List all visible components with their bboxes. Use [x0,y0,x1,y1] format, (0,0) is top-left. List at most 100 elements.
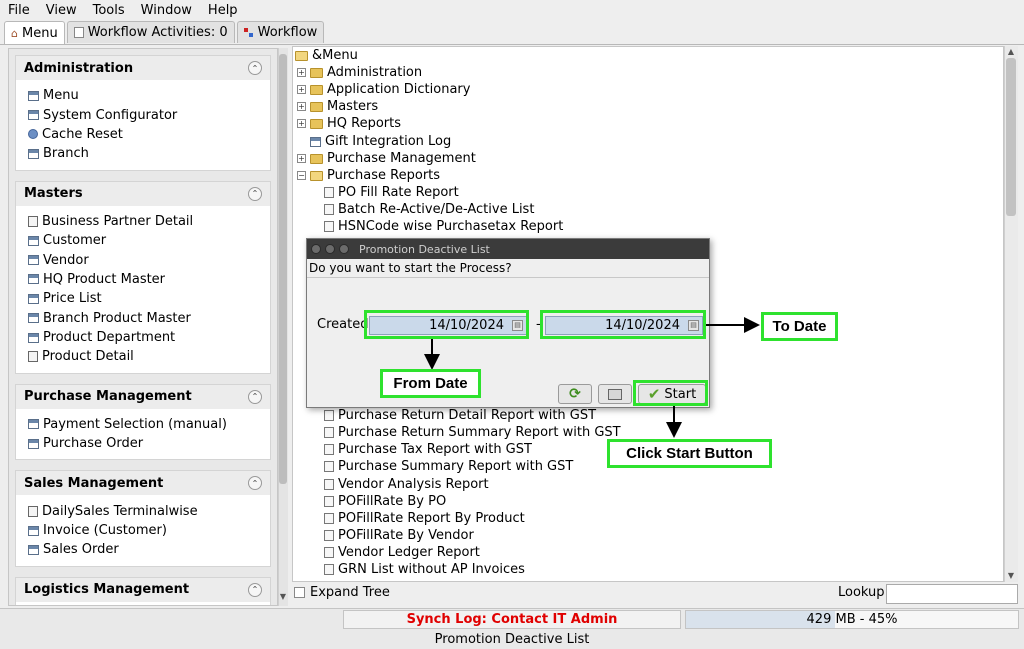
collapse-icon[interactable]: ⌃ [248,186,262,201]
tab-workflow-activities[interactable]: Workflow Activities: 0 [66,21,235,43]
tab-menu[interactable]: ⌂ Menu [4,21,65,44]
sidebar-item[interactable]: Customer [28,231,270,250]
favorites-scrollbar-thumb[interactable] [279,54,287,484]
scroll-up-arrow-icon[interactable]: ▲ [1006,47,1016,57]
tree-node[interactable]: + Masters [297,98,378,115]
expand-tree-checkbox[interactable] [294,587,305,598]
tree-report-item[interactable]: Vendor Analysis Report [324,476,489,493]
dialog-title: Promotion Deactive List [359,242,490,256]
start-button-highlight [633,380,708,406]
menu-window[interactable]: Window [133,3,200,18]
sidebar-item[interactable]: Payment Selection (manual) [28,415,270,434]
tree-node[interactable]: + Application Dictionary [297,81,470,98]
tree-report-item[interactable]: Purchase Tax Report with GST [324,441,532,458]
maximize-icon[interactable] [339,244,349,254]
sidebar-item[interactable]: Product Department [28,328,270,347]
sidebar-item[interactable]: DailySales Terminalwise [28,501,270,520]
collapse-icon[interactable]: ⌃ [248,61,262,75]
menu-tools[interactable]: Tools [85,3,133,18]
sidebar-item[interactable]: Vendor [28,250,270,269]
sidebar-section: Purchase Management ⌃ Payment Selection (m… [15,383,271,461]
tree-node[interactable]: − Purchase Reports [297,167,440,184]
dialog-divider [307,277,709,278]
sidebar-item[interactable]: System Configurator [28,105,270,124]
to-date-highlight [540,310,706,339]
report-icon [324,427,334,438]
sidebar-item[interactable]: Cache Reset [28,125,270,144]
tree-node[interactable]: Gift Integration Log [297,133,451,150]
tree-report-item[interactable]: Purchase Return Detail Report with GST [324,407,596,424]
window-icon [28,274,39,285]
sidebar-item[interactable]: Business Partner Detail [28,212,270,231]
sidebar-item[interactable]: Purchase Order [28,434,270,453]
report-icon [28,215,38,227]
sidebar-item-label: DailySales Terminalwise [42,503,198,519]
scroll-down-arrow-icon[interactable]: ▼ [1006,571,1016,581]
expand-icon[interactable]: + [297,102,306,111]
sidebar-item-label: Branch [43,146,89,162]
sidebar-item[interactable]: Product Detail [28,347,270,366]
expand-icon[interactable]: + [297,154,306,163]
sidebar-item[interactable]: Branch [28,144,270,163]
sidebar-item[interactable]: Menu [28,86,270,105]
expand-tree-label: Expand Tree [310,585,390,600]
expand-icon[interactable]: + [297,85,306,94]
sidebar-section: Sales Management ⌃ DailySales Terminalwise… [15,470,271,567]
memory-indicator[interactable]: 429 MB - 45% [685,610,1019,629]
sidebar-item-label: Menu [43,88,79,104]
print-button[interactable] [598,384,632,404]
close-icon[interactable] [311,244,321,254]
scroll-down-arrow-icon[interactable]: ▼ [278,592,288,601]
expand-icon[interactable]: + [297,119,306,128]
lookup-input[interactable] [886,584,1018,604]
sidebar-section-header[interactable]: Purchase Management ⌃ [16,384,270,409]
sidebar-section-header[interactable]: Sales Management ⌃ [16,471,270,496]
tree-node[interactable]: + Purchase Management [297,150,476,167]
minimize-icon[interactable] [325,244,335,254]
sidebar-item-label: Business Partner Detail [42,213,194,229]
collapse-icon[interactable]: ⌃ [248,476,262,491]
collapse-icon[interactable]: ⌃ [248,582,262,597]
sidebar-item[interactable]: Branch Product Master [28,309,270,328]
tree-report-item[interactable]: HSNCode wise Purchasetax Report [324,218,563,235]
window-icon [28,110,39,121]
favorites-panel: Administration ⌃ Menu System Configurator Ca… [8,48,278,606]
report-icon [324,187,334,198]
sidebar-item[interactable]: HQ Product Master [28,270,270,289]
tree-scrollbar-thumb[interactable] [1006,58,1016,216]
expand-tree-row[interactable]: Expand Tree [294,585,390,600]
menu-file[interactable]: File [0,3,38,18]
folder-icon [310,118,323,129]
sidebar-item[interactable]: Invoice (Customer) [28,521,270,540]
sidebar-section-header[interactable]: Masters ⌃ [16,181,270,206]
folder-icon [310,101,323,112]
tree-node-label: Masters [327,99,379,114]
dialog-title-bar: Promotion Deactive List [307,239,709,259]
tree-root[interactable]: &Menu [295,47,358,64]
menu-view[interactable]: View [38,3,85,18]
tab-workflow[interactable]: Workflow [236,21,325,43]
tree-report-item[interactable]: POFillRate By PO [324,493,446,510]
sidebar-section-header[interactable]: Administration ⌃ [16,56,270,80]
tree-report-item[interactable]: GRN List without AP Invoices [324,561,525,578]
print-icon [608,388,622,400]
tree-node[interactable]: + Administration [297,64,422,81]
tree-report-item[interactable]: POFillRate By Vendor [324,527,474,544]
collapse-icon[interactable]: ⌃ [248,389,262,404]
report-icon [324,444,334,455]
sidebar-item[interactable]: Sales Order [28,540,270,559]
sidebar-item[interactable]: Price List [28,289,270,308]
expand-icon[interactable]: + [297,68,306,77]
tree-report-item[interactable]: PO Fill Rate Report [324,184,459,201]
menu-help[interactable]: Help [200,3,246,18]
tree-report-item[interactable]: POFillRate Report By Product [324,510,525,527]
tree-report-item[interactable]: Vendor Ledger Report [324,544,480,561]
sidebar-section-header[interactable]: Logistics Management ⌃ [16,577,270,602]
synch-log-status[interactable]: Synch Log: Contact IT Admin [343,610,681,629]
tree-report-item[interactable]: Purchase Return Summary Report with GST [324,424,621,441]
tree-report-item[interactable]: Purchase Summary Report with GST [324,458,573,475]
tree-node[interactable]: + HQ Reports [297,115,401,132]
tree-report-item[interactable]: Batch Re-Active/De-Active List [324,201,534,218]
refresh-button[interactable]: ⟳ [558,384,592,404]
collapse-icon[interactable]: − [297,171,306,180]
